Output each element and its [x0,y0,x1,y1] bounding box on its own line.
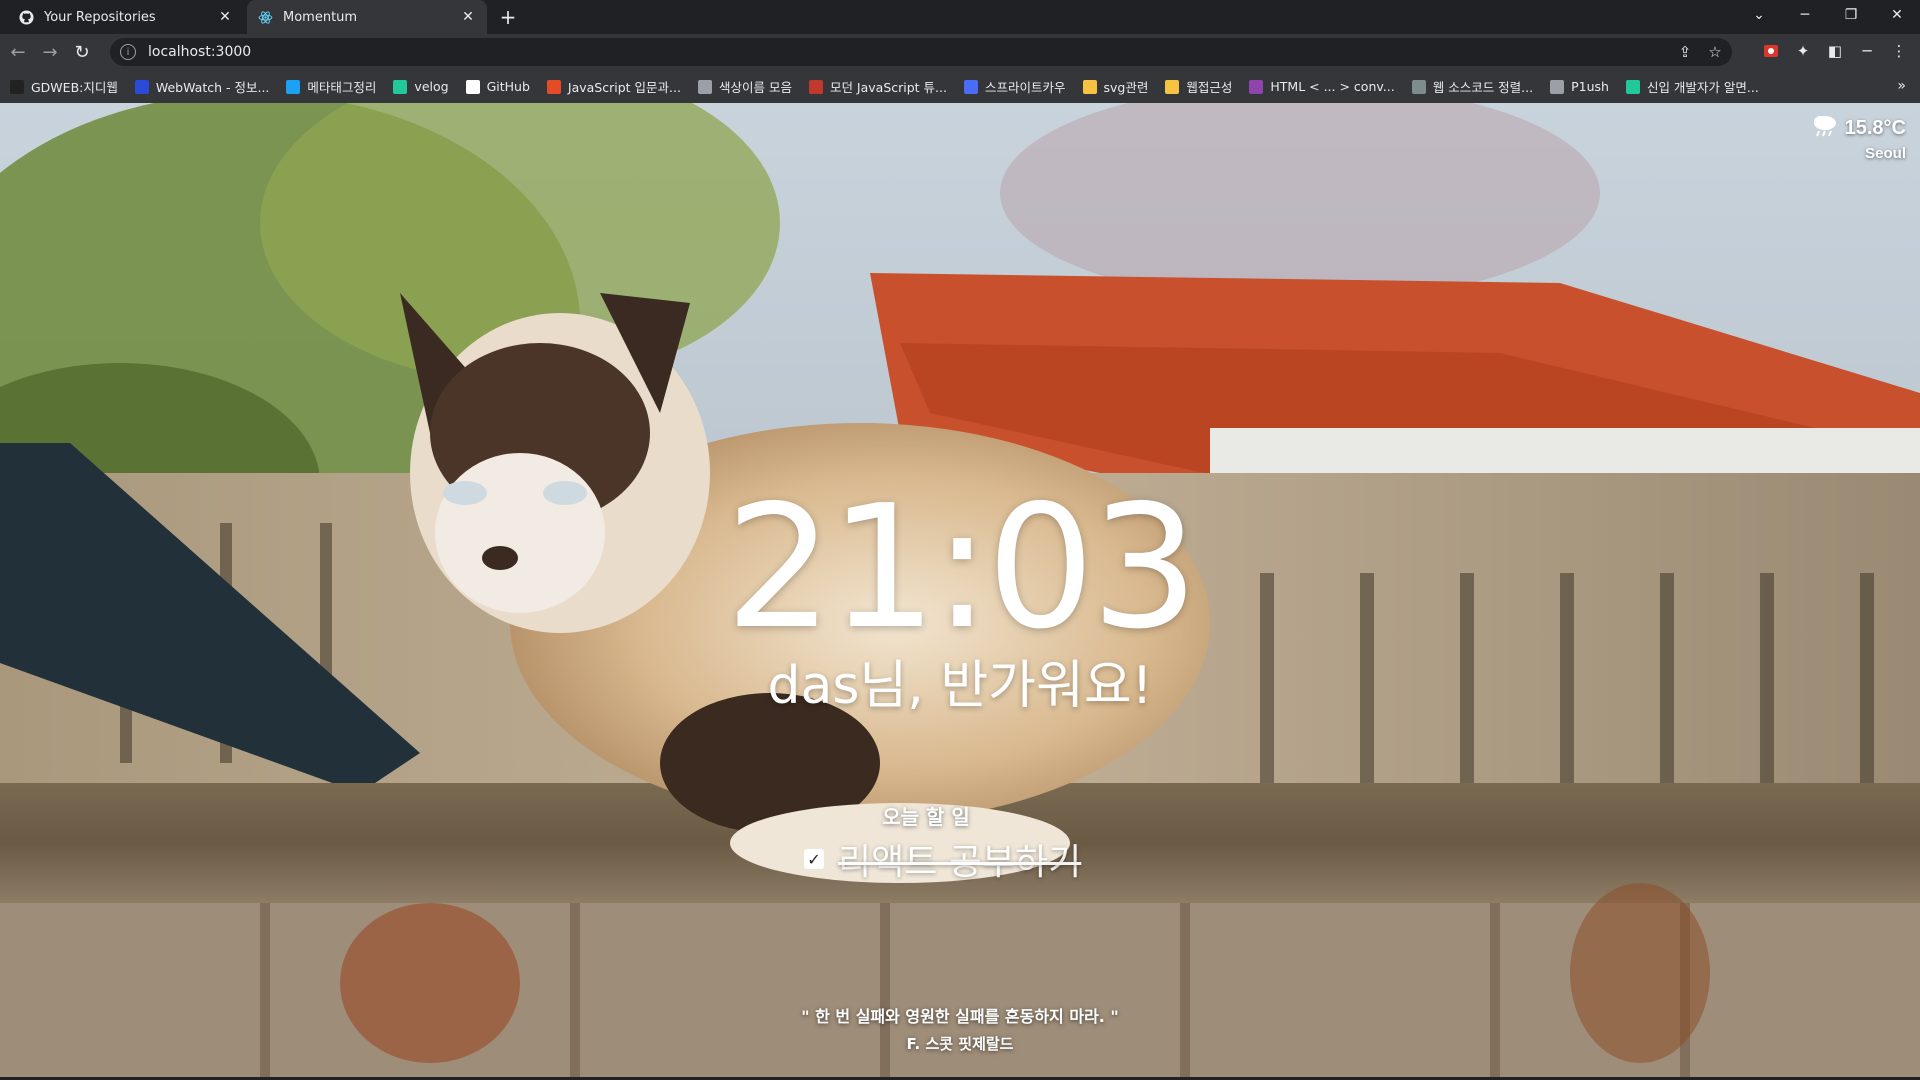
tool-icon [1411,79,1426,94]
quote-text: " 한 번 실패와 영원한 실패를 혼동하지 마라. " [801,1007,1119,1026]
star-icon[interactable]: ☆ [1704,41,1726,63]
cow-icon [963,79,978,94]
folder-icon [1165,79,1180,94]
close-icon[interactable]: ✕ [216,8,234,26]
back-icon[interactable]: ← [4,38,32,66]
bookmark-label: HTML < ... > conv... [1270,79,1395,94]
bookmark-item[interactable]: 신입 개발자가 알면... [1625,77,1759,96]
bookmark-item[interactable]: GitHub [465,79,530,94]
tab-strip: Your Repositories ✕ Momentum ✕ + ⌄ ─ ❐ ✕ [0,0,1920,34]
new-tab-button[interactable]: + [497,5,519,29]
dots-icon [1550,79,1565,94]
todo-checkbox[interactable]: ✓ [804,849,824,869]
bookmark-label: 웹 소스코드 정렬... [1432,80,1534,95]
close-window-icon[interactable]: ✕ [1874,0,1920,30]
bookmark-item[interactable]: GDWEB:지디웹 [10,77,118,96]
bookmark-label: 메타태그정리 [307,80,377,95]
browser-chrome: Your Repositories ✕ Momentum ✕ + ⌄ ─ ❐ ✕… [0,0,1920,103]
tab-title: Your Repositories [44,9,156,25]
tab-search-icon[interactable]: ⌄ [1736,0,1782,30]
todo-title: 오늘 할 일 [882,805,970,829]
bookmark-label: 웹접근성 [1186,80,1233,95]
restore-icon[interactable]: ❐ [1828,0,1874,30]
github-icon [18,9,34,25]
bookmarks-bar: GDWEB:지디웹 WebWatch - 정보... 메타태그정리 velog GitH… [0,70,1920,103]
reload-icon[interactable]: ↻ [68,38,96,66]
velog-icon [393,79,408,94]
weather-city: Seoul [1865,145,1906,162]
bookmark-label: 모던 JavaScript 튜... [829,80,947,95]
clock: 21:03 [725,469,1199,667]
github-icon [465,79,480,94]
info-icon[interactable]: i [120,44,136,60]
bird-icon [286,79,301,94]
bookmark-item[interactable]: P1ush [1550,79,1609,94]
bookmark-label: svg관련 [1103,80,1149,95]
grid-icon [1249,79,1264,94]
bookmark-item[interactable]: HTML < ... > conv... [1249,79,1395,94]
quote-author: F. 스콧 핏제랄드 [906,1035,1014,1053]
bookmark-item[interactable]: 모던 JavaScript 튜... [808,77,947,96]
bookmark-label: 신입 개발자가 알면... [1646,80,1759,95]
tab-momentum[interactable]: Momentum ✕ [247,0,487,34]
bookmark-label: velog [414,79,449,94]
bookmark-item[interactable]: velog [393,79,449,94]
tab-your-repositories[interactable]: Your Repositories ✕ [8,0,244,34]
share-icon[interactable]: ⇪ [1674,41,1696,63]
webwatch-icon [134,79,149,94]
todo-text[interactable]: 리액트 공부하기 [838,833,1081,885]
react-icon [257,9,273,25]
todo-item: ✓ 리액트 공부하기 [804,833,1081,885]
bookmark-label: GDWEB:지디웹 [31,80,118,95]
bookmark-label: WebWatch - 정보... [155,80,270,95]
address-input[interactable] [146,43,750,61]
momentum-page: 15.8°C Seoul 21:03 das님, 반가워요! 오늘 할 일 ✓ … [0,103,1920,1077]
folder-icon [1082,79,1097,94]
bookmark-label: JavaScript 입문과... [567,80,681,95]
gdweb-icon [10,79,24,94]
toolbar: ← → ↻ i ⇪ ☆ ✦ ◧ ─ ⋮ [0,34,1920,70]
bookmark-item[interactable]: WebWatch - 정보... [134,77,270,96]
address-bar[interactable]: i ⇪ ☆ [110,38,1732,66]
cloud-rain-icon [1811,113,1839,143]
apple-icon [546,79,561,94]
bookmark-label: 스프라이트카우 [984,80,1066,95]
weather-temperature: 15.8°C [1844,116,1906,139]
bookmark-item[interactable]: svg관련 [1082,77,1149,96]
bookmark-item[interactable]: JavaScript 입문과... [546,77,681,96]
forward-icon[interactable]: → [36,38,64,66]
weather-widget: 15.8°C Seoul [1811,113,1906,162]
bookmark-label: P1ush [1571,79,1609,94]
kebab-menu-icon[interactable]: ⋮ [1886,38,1912,64]
flag-icon [808,79,823,94]
bookmark-item[interactable]: 웹접근성 [1165,77,1232,96]
extensions-puzzle-icon[interactable]: ✦ [1790,38,1816,64]
close-icon[interactable]: ✕ [459,8,477,26]
greeting: das님, 반가워요! [767,656,1153,716]
minimize-icon[interactable]: ─ [1782,0,1828,30]
bookmark-label: GitHub [486,79,530,94]
bookmark-item[interactable]: 웹 소스코드 정렬... [1411,77,1534,96]
bookmark-item[interactable]: 색상이름 모음 [697,77,792,96]
more-bookmarks-icon[interactable]: » [1897,78,1906,94]
dots-icon [697,79,712,94]
velog-icon [1625,79,1640,94]
extension-badge-icon[interactable] [1758,38,1784,64]
side-panel-icon[interactable]: ◧ [1822,38,1848,64]
profile-icon[interactable]: ─ [1854,38,1880,64]
bookmark-item[interactable]: 메타태그정리 [286,77,376,96]
bookmark-label: 색상이름 모음 [718,80,792,95]
tab-title: Momentum [283,9,358,25]
bookmark-item[interactable]: 스프라이트카우 [963,77,1066,96]
